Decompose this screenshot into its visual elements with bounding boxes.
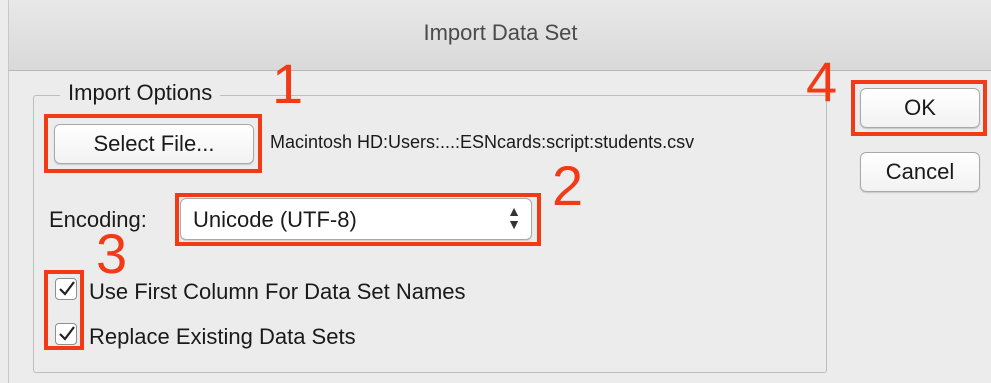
step-number-3: 3: [96, 222, 128, 285]
checkmark-icon: [59, 326, 75, 341]
dialog-title-bar: Import Data Set: [8, 0, 991, 71]
select-file-button[interactable]: Select File...: [54, 124, 254, 164]
replace-existing-checkbox[interactable]: [55, 323, 77, 345]
ok-button[interactable]: OK: [860, 88, 980, 128]
file-path-text: Macintosh HD:Users:...:ESNcards:script:s…: [270, 132, 695, 152]
replace-existing-label[interactable]: Replace Existing Data Sets: [89, 324, 356, 350]
up-down-chevron-icon: ▲ ▼: [507, 203, 521, 232]
step-number-2: 2: [552, 154, 584, 217]
encoding-selected-value: Unicode (UTF-8): [193, 207, 357, 232]
import-options-legend: Import Options: [60, 80, 221, 106]
dialog-title: Import Data Set: [423, 20, 578, 45]
use-first-column-checkbox[interactable]: [55, 278, 77, 300]
step-number-1: 1: [272, 52, 304, 115]
step-number-4: 4: [806, 50, 838, 113]
encoding-select[interactable]: Unicode (UTF-8) ▲ ▼: [180, 198, 532, 240]
checkmark-icon: [59, 281, 75, 296]
cancel-button[interactable]: Cancel: [860, 152, 980, 192]
use-first-column-label[interactable]: Use First Column For Data Set Names: [89, 279, 466, 305]
